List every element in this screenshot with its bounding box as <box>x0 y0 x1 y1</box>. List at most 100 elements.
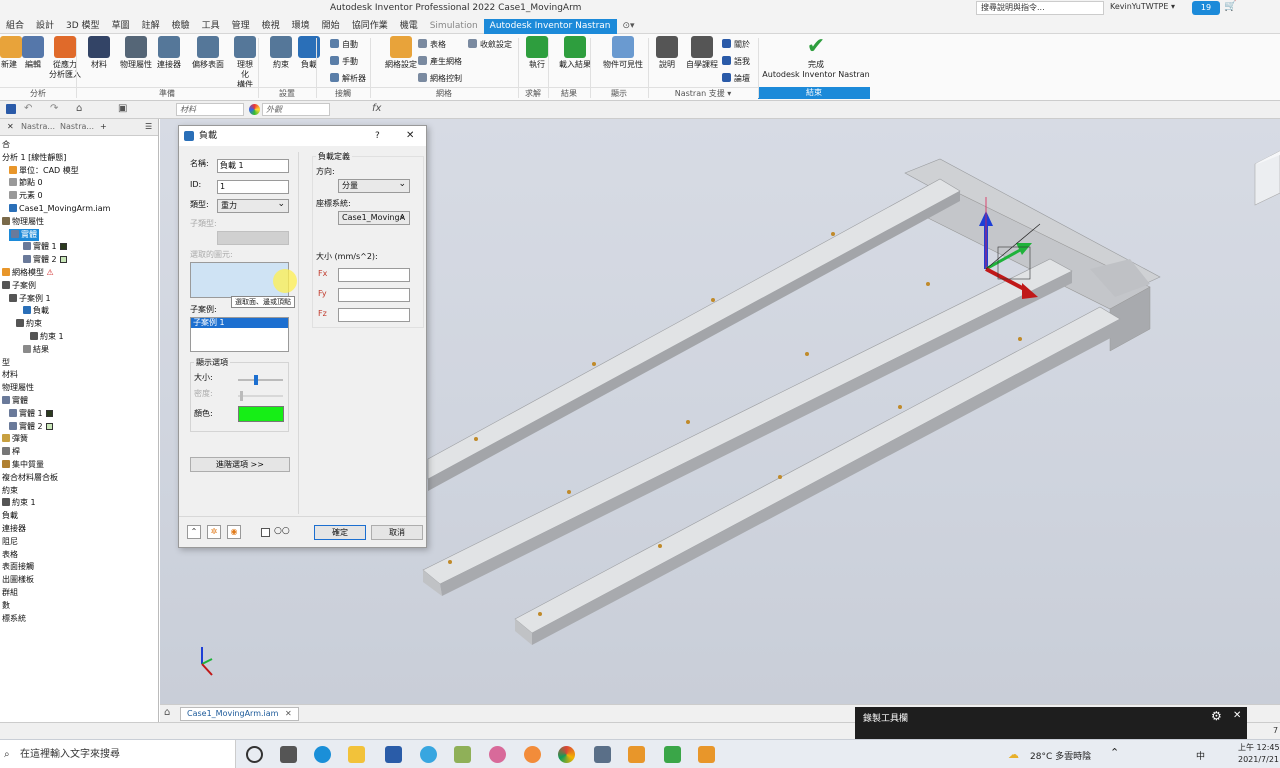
color-swatch[interactable] <box>238 406 284 422</box>
file-explorer-icon[interactable] <box>348 746 365 763</box>
tree-item[interactable]: 實體 <box>2 395 28 407</box>
ribbon-button[interactable]: 物理屬性 <box>118 36 154 70</box>
chrome-icon[interactable] <box>558 746 575 763</box>
tree-item[interactable]: 負載 <box>2 510 18 522</box>
paint-icon[interactable] <box>489 746 506 763</box>
tree-item[interactable]: 型 <box>2 357 10 369</box>
help-button[interactable]: ? <box>375 126 380 146</box>
menu-tab[interactable]: 協同作業 <box>346 19 394 34</box>
taskbar-date[interactable]: 2021/7/21 <box>1238 755 1279 764</box>
edge-icon[interactable] <box>314 746 331 763</box>
direction-dropdown[interactable]: 分量 <box>338 178 410 193</box>
document-tab[interactable]: Case1_MovingArm.iam ✕ <box>180 707 299 721</box>
menu-tab[interactable]: 開始 <box>316 19 346 34</box>
gear-icon[interactable]: ⚙ <box>1211 709 1222 723</box>
coordinate-system-dropdown[interactable]: Case1_MovingA <box>338 210 410 225</box>
formula-icon[interactable]: fx <box>372 103 381 114</box>
tree-item[interactable]: 群組 <box>2 587 18 599</box>
fy-field[interactable] <box>338 288 410 302</box>
tree-item[interactable]: 子案例 1 <box>9 293 51 305</box>
menu-tab[interactable]: 註解 <box>136 19 166 34</box>
tree-item[interactable]: 數 <box>2 600 10 612</box>
ribbon-button[interactable]: 新建 <box>0 36 22 70</box>
preview-checkbox[interactable] <box>261 528 270 537</box>
ribbon-button[interactable]: 偏移表面 <box>188 36 228 70</box>
close-icon[interactable]: ✕ <box>1233 710 1241 721</box>
dialog-close-button[interactable]: ✕ <box>406 126 414 146</box>
advanced-options-button[interactable]: 進階選項 >> <box>190 457 290 472</box>
ie-icon[interactable] <box>420 746 437 763</box>
widgets-icon[interactable] <box>280 746 297 763</box>
ribbon-small-button[interactable]: 收斂設定 <box>468 39 512 50</box>
camtasia-icon[interactable] <box>664 746 681 763</box>
size-slider[interactable] <box>238 375 283 385</box>
taskbar-search-input[interactable]: ⌕ 在這裡輸入文字來搜尋 <box>0 740 236 768</box>
menu-tab[interactable]: 工具 <box>196 19 226 34</box>
menu-tab[interactable]: Simulation <box>424 19 484 34</box>
subcase-list[interactable]: 子案例 1 <box>190 317 289 352</box>
tree-item[interactable]: 阻尼 <box>2 536 18 548</box>
collapse-icon[interactable]: ⌃ <box>187 525 201 539</box>
help-search-input[interactable]: 搜尋說明與指令... <box>976 1 1104 15</box>
id-field[interactable]: 1 <box>217 180 289 194</box>
tree-item[interactable]: 分析 1 [線性靜態] <box>2 152 66 164</box>
menu-tab[interactable]: 設計 <box>30 19 60 34</box>
menu-tab[interactable]: 檢視 <box>256 19 286 34</box>
weather-icon[interactable]: ☁ <box>1008 748 1019 761</box>
tree-item[interactable]: 標系統 <box>2 613 26 625</box>
menu-tab[interactable]: 草圖 <box>106 19 136 34</box>
tree-item[interactable]: 物理屬性 <box>2 382 34 394</box>
calculator-icon[interactable] <box>594 746 611 763</box>
taskbar-time[interactable]: 上午 12:45 <box>1238 742 1280 753</box>
tray-up-icon[interactable]: ⌃ <box>1110 746 1119 759</box>
tree-item[interactable]: 網格模型 ⚠ <box>2 267 54 279</box>
ribbon-small-button[interactable]: 論壇 <box>722 73 750 84</box>
tree-item[interactable]: 表面接觸 <box>2 561 34 573</box>
ribbon-button[interactable]: 連接器 <box>154 36 184 70</box>
subcase-list-item[interactable]: 子案例 1 <box>191 318 288 328</box>
ribbon-button[interactable]: 理想化 構件 <box>234 36 256 90</box>
menu-tab[interactable]: 檢驗 <box>166 19 196 34</box>
tree-item[interactable]: 桿 <box>2 446 20 458</box>
name-field[interactable]: 負載 1 <box>217 159 289 173</box>
menu-tab[interactable]: 管理 <box>226 19 256 34</box>
tree-item[interactable]: 實體 1 <box>23 241 67 253</box>
tree-item[interactable]: 彈簧 <box>2 433 28 445</box>
browser-tab-1[interactable]: Nastra... <box>21 122 55 131</box>
preview-icon[interactable]: ◉ <box>227 525 241 539</box>
ribbon-small-button[interactable]: 解析器 <box>330 73 366 84</box>
mail-icon[interactable] <box>385 746 402 763</box>
tree-item[interactable]: 材料 <box>2 369 18 381</box>
ribbon-small-button[interactable]: 語我 <box>722 56 750 67</box>
menu-tab[interactable]: 3D 模型 <box>60 19 106 34</box>
cancel-button[interactable]: 取消 <box>371 525 423 540</box>
ribbon-small-button[interactable]: 網格控制 <box>418 73 462 84</box>
tree-item[interactable]: 集中質量 <box>2 459 44 471</box>
menu-tab[interactable]: 環境 <box>286 19 316 34</box>
browser-tab-2[interactable]: Nastra... <box>60 122 94 131</box>
undo-icon[interactable]: ↶ <box>24 103 32 114</box>
tree-item[interactable]: 負載 <box>23 305 49 317</box>
ribbon-button[interactable]: 網格設定 <box>384 36 418 70</box>
notes-icon[interactable] <box>454 746 471 763</box>
tree-item[interactable]: 複合材料層合板 <box>2 472 58 484</box>
ok-button[interactable]: 確定 <box>314 525 366 540</box>
ribbon-button[interactable]: 編輯 <box>22 36 44 70</box>
tree-item[interactable]: 實體 1 <box>9 408 53 420</box>
type-dropdown[interactable]: 重力 <box>217 198 289 213</box>
tree-item[interactable]: 元素 0 <box>9 190 43 202</box>
task-view-icon[interactable] <box>246 746 263 763</box>
tree-item[interactable]: 單位：CAD 模型 <box>9 165 79 177</box>
tree-item[interactable]: 約束 1 <box>30 331 64 343</box>
inventor-icon-2[interactable] <box>698 746 715 763</box>
ribbon-button[interactable]: ✔ 完成 Autodesk Inventor Nastran <box>762 36 870 80</box>
menu-tab[interactable]: ⊙▾ <box>617 19 641 34</box>
select-icon[interactable]: ▣ <box>118 103 127 114</box>
tree-item[interactable]: 合 <box>2 139 10 151</box>
ribbon-button[interactable]: 自學課程 <box>684 36 720 70</box>
fx-field[interactable] <box>338 268 410 282</box>
tree-item[interactable]: 子案例 <box>2 280 36 292</box>
tree-item[interactable]: 表格 <box>2 549 18 561</box>
ribbon-button[interactable]: 約束 <box>268 36 294 70</box>
ribbon-small-button[interactable]: 產生網格 <box>418 56 462 67</box>
